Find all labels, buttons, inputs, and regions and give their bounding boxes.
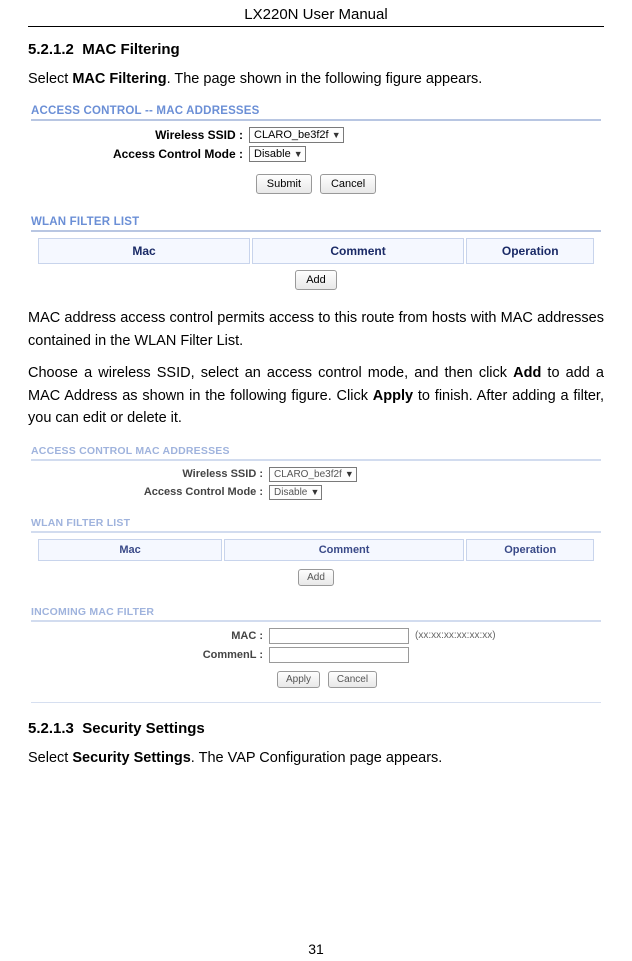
column-header-operation: Operation [466, 539, 594, 561]
apply-button[interactable]: Apply [277, 671, 320, 688]
button-row: Submit Cancel [29, 174, 603, 194]
figure-mac-addresses: ACCESS CONTROL -- MAC ADDRESSES Wireless… [28, 100, 604, 297]
paragraph-desc: MAC address access control permits acces… [28, 307, 604, 352]
label-access-control-mode: Access Control Mode : [29, 486, 269, 498]
text-bold: Add [513, 365, 541, 381]
page-header: LX220N User Manual [28, 0, 604, 27]
chevron-down-icon: ▼ [332, 130, 341, 140]
paragraph-intro: Select MAC Filtering. The page shown in … [28, 68, 604, 90]
chevron-down-icon: ▼ [345, 469, 354, 479]
text-bold: Security Settings [72, 750, 190, 766]
column-header-mac: Mac [38, 539, 222, 561]
row-wireless-ssid: Wireless SSID : CLARO_be3f2f ▼ [29, 467, 603, 482]
section-number: 5.2.1.3 [28, 720, 74, 737]
submit-button[interactable]: Submit [256, 174, 312, 194]
text: Select [28, 71, 72, 87]
button-row: Apply Cancel [29, 669, 603, 688]
figure-title: ACCESS CONTROL -- MAC ADDRESSES [31, 103, 601, 121]
column-header-comment: Comment [224, 539, 464, 561]
section-number: 5.2.1.2 [28, 41, 74, 58]
text: Select [28, 750, 72, 766]
figure-mac-addresses-expanded: ACCESS CONTROL MAC ADDRESSES Wireless SS… [28, 440, 604, 704]
row-access-control-mode: Access Control Mode : Disable ▼ [29, 146, 603, 162]
select-value: CLARO_be3f2f [254, 129, 329, 141]
add-row: Add [29, 567, 603, 586]
table-wlan-filter: Mac Comment Operation [37, 238, 595, 264]
select-access-control-mode[interactable]: Disable ▼ [269, 485, 322, 500]
table-wlan-filter: Mac Comment Operation [37, 539, 595, 561]
select-access-control-mode[interactable]: Disable ▼ [249, 146, 306, 162]
text: . The page shown in the following figure… [167, 71, 483, 87]
column-header-comment: Comment [252, 238, 464, 264]
select-value: CLARO_be3f2f [274, 469, 342, 480]
text-bold: Apply [373, 388, 413, 404]
paragraph-security-intro: Select Security Settings. The VAP Config… [28, 747, 604, 769]
cancel-button[interactable]: Cancel [328, 671, 377, 688]
chevron-down-icon: ▼ [294, 149, 303, 159]
comment-input[interactable] [269, 647, 409, 663]
figure-title: ACCESS CONTROL MAC ADDRESSES [31, 443, 601, 461]
divider [31, 702, 601, 703]
mac-input[interactable] [269, 628, 409, 644]
figure-subtitle-wlan-filter-list: WLAN FILTER LIST [31, 214, 601, 232]
select-wireless-ssid[interactable]: CLARO_be3f2f ▼ [249, 127, 344, 143]
figure-subtitle-wlan-filter-list: WLAN FILTER LIST [31, 515, 601, 533]
text: . The VAP Configuration page appears. [191, 750, 443, 766]
section-heading-mac-filtering: 5.2.1.2 MAC Filtering [28, 41, 604, 58]
row-mac-input: MAC : (xx:xx:xx:xx:xx:xx) [29, 628, 603, 644]
paragraph-instructions: Choose a wireless SSID, select an access… [28, 362, 604, 429]
section-title: Security Settings [82, 720, 205, 737]
label-wireless-ssid: Wireless SSID : [29, 468, 269, 480]
label-wireless-ssid: Wireless SSID : [29, 128, 249, 142]
chevron-down-icon: ▼ [310, 487, 319, 497]
page-number: 31 [0, 941, 632, 957]
row-comment-input: CommenL : [29, 647, 603, 663]
select-wireless-ssid[interactable]: CLARO_be3f2f ▼ [269, 467, 357, 482]
select-value: Disable [274, 487, 307, 498]
label-mac: MAC : [29, 630, 269, 642]
label-access-control-mode: Access Control Mode : [29, 147, 249, 161]
add-button[interactable]: Add [298, 569, 334, 586]
column-header-mac: Mac [38, 238, 250, 264]
cancel-button[interactable]: Cancel [320, 174, 376, 194]
select-value: Disable [254, 148, 291, 160]
column-header-operation: Operation [466, 238, 594, 264]
label-comment: CommenL : [29, 649, 269, 661]
page-content: 5.2.1.2 MAC Filtering Select MAC Filteri… [0, 27, 632, 769]
row-wireless-ssid: Wireless SSID : CLARO_be3f2f ▼ [29, 127, 603, 143]
section-title: MAC Filtering [82, 41, 180, 58]
text-bold: MAC Filtering [72, 71, 166, 87]
add-button[interactable]: Add [295, 270, 337, 290]
add-row: Add [29, 270, 603, 290]
row-access-control-mode: Access Control Mode : Disable ▼ [29, 485, 603, 500]
text: Choose a wireless SSID, select an access… [28, 365, 513, 381]
section-heading-security-settings: 5.2.1.3 Security Settings [28, 720, 604, 737]
mac-hint: (xx:xx:xx:xx:xx:xx) [415, 630, 496, 641]
figure-subtitle-incoming-mac-filter: INCOMING MAC FILTER [31, 604, 601, 622]
